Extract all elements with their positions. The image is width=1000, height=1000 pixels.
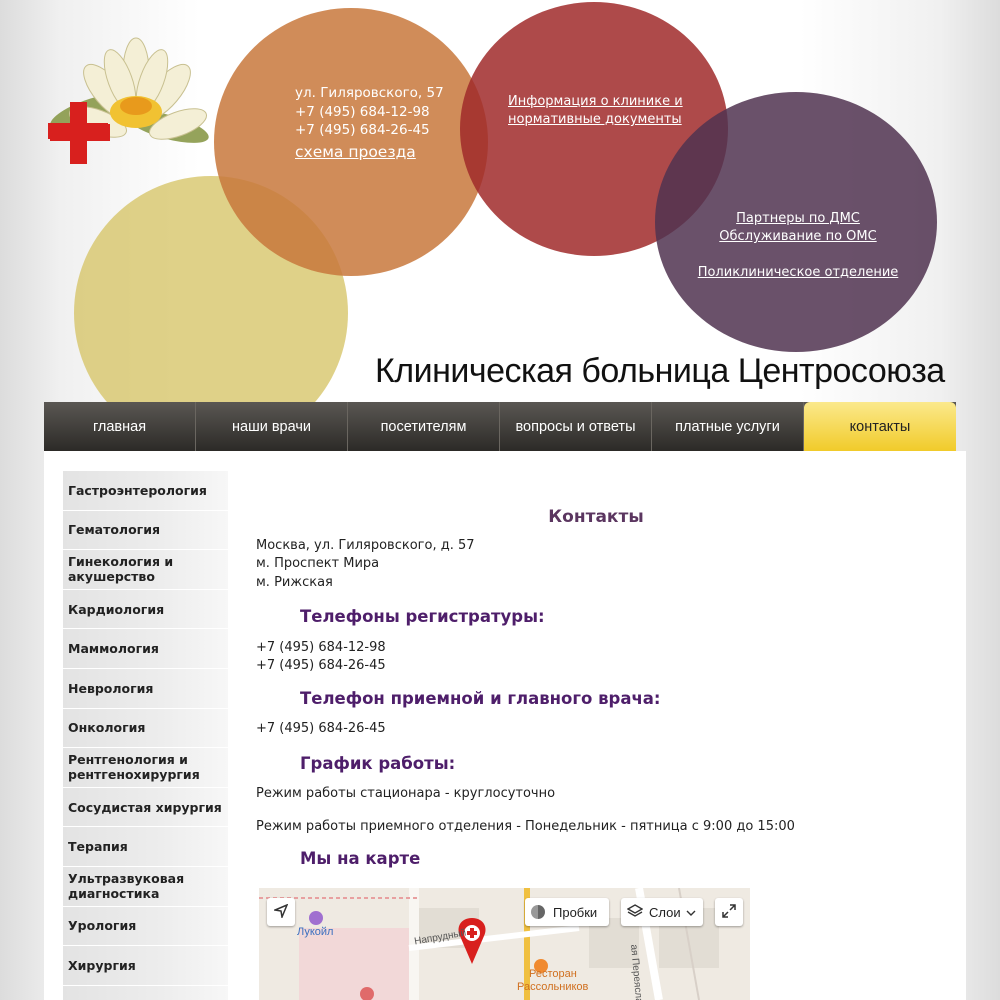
- sidebar-item-gastroenterology[interactable]: Гастроэнтерология: [63, 471, 228, 511]
- scheme-link[interactable]: схема проезда: [295, 143, 444, 162]
- sidebar-item-vascular-surgery[interactable]: Сосудистая хирургия: [63, 787, 228, 828]
- traffic-icon: [531, 905, 545, 919]
- sidebar-item-hematology[interactable]: Гематология: [63, 510, 228, 551]
- main-nav: главная наши врачи посетителям вопросы и…: [44, 402, 956, 451]
- sidebar-item-surgery[interactable]: Хирургия: [63, 946, 228, 986]
- location-arrow-icon: [272, 903, 289, 921]
- sidebar-item-therapy[interactable]: Терапия: [63, 827, 228, 867]
- logo-lotus-cross-icon[interactable]: [48, 32, 214, 172]
- sidebar-item-radiology[interactable]: Рентгенология и рентгенохирургия: [63, 748, 228, 788]
- oms-service-link[interactable]: Обслуживание по ОМС: [690, 228, 906, 246]
- chevron-down-icon: [686, 905, 696, 920]
- sidebar-item-maxillofacial[interactable]: Челюстно-лицевая: [63, 985, 228, 1000]
- clinic-info-link-line2: нормативные документы: [508, 112, 682, 127]
- reg-phone-1: +7 (495) 684-12-98: [256, 639, 386, 655]
- reg-phones-heading: Телефоны регистратуры:: [300, 607, 545, 626]
- sidebar-item-gynecology[interactable]: Гинекология и акушерство: [63, 550, 228, 590]
- header-phone-1: +7 (495) 684-12-98: [295, 103, 430, 120]
- sidebar-item-urology[interactable]: Урология: [63, 906, 228, 947]
- main-content: Контакты Москва, ул. Гиляровского, д. 57…: [256, 508, 956, 869]
- nav-item-visitors[interactable]: посетителям: [348, 402, 500, 451]
- map-label-lukoil: Лукойл: [297, 926, 334, 938]
- nav-item-paid-services[interactable]: платные услуги: [652, 402, 804, 451]
- header: ул. Гиляровского, 57 +7 (495) 684-12-98 …: [0, 0, 1000, 450]
- header-contacts: ул. Гиляровского, 57 +7 (495) 684-12-98 …: [295, 84, 444, 161]
- polyclinic-link[interactable]: Поликлиническое отделение: [690, 264, 906, 282]
- insurance-links: Партнеры по ДМС Обслуживание по ОМС Поли…: [690, 210, 906, 282]
- address-line-2: м. Проспект Мира: [256, 556, 380, 571]
- sidebar-item-neurology[interactable]: Неврология: [63, 668, 228, 709]
- site-title: Клиническая больница Центросоюза: [375, 352, 945, 390]
- chief-phone: +7 (495) 684-26-45: [256, 721, 386, 736]
- schedule-heading: График работы:: [300, 753, 456, 773]
- nav-item-home[interactable]: главная: [44, 402, 196, 451]
- chief-phone-heading: Телефон приемной и главного врача:: [300, 688, 661, 708]
- expand-icon: [722, 903, 736, 921]
- page-title: Контакты: [548, 507, 644, 527]
- map-widget[interactable]: Лукойл Напрудный ая Переяславская Рестор…: [259, 888, 750, 1000]
- map-locate-button[interactable]: [267, 898, 295, 926]
- layers-icon: [626, 903, 644, 921]
- sidebar-item-cardiology[interactable]: Кардиология: [63, 589, 228, 630]
- nav-item-doctors[interactable]: наши врачи: [196, 402, 348, 451]
- sidebar-item-mammology[interactable]: Маммология: [63, 629, 228, 669]
- header-address: ул. Гиляровского, 57: [295, 85, 444, 101]
- sidebar-departments: Гастроэнтерология Гематология Гинекологи…: [63, 471, 228, 1000]
- clinic-info-link-line1: Информация о клинике и: [508, 94, 683, 109]
- map-label-restaurant-name: Рассольников: [517, 981, 589, 993]
- nav-item-faq[interactable]: вопросы и ответы: [500, 402, 652, 451]
- map-heading: Мы на карте: [300, 849, 421, 868]
- sidebar-item-ultrasound[interactable]: Ультразвуковая диагностика: [63, 866, 228, 907]
- nav-item-contacts[interactable]: контакты: [804, 402, 956, 451]
- header-phone-2: +7 (495) 684-26-45: [295, 122, 430, 138]
- sidebar-item-oncology[interactable]: Онкология: [63, 708, 228, 749]
- map-traffic-label: Пробки: [553, 904, 598, 920]
- map-traffic-button[interactable]: Пробки: [525, 898, 609, 926]
- address-line-1: Москва, ул. Гиляровского, д. 57: [256, 537, 475, 553]
- address-line-3: м. Рижская: [256, 574, 333, 590]
- schedule-hospital: Режим работы стационара - круглосуточно: [256, 786, 556, 801]
- map-layers-button[interactable]: Слои: [621, 898, 703, 926]
- map-label-restaurant: Ресторан: [529, 968, 577, 980]
- schedule-reception: Режим работы приемного отделения - Понед…: [256, 818, 795, 834]
- map-fullscreen-button[interactable]: [715, 898, 743, 926]
- partners-dms-link[interactable]: Партнеры по ДМС: [690, 210, 906, 228]
- reg-phone-2: +7 (495) 684-26-45: [256, 658, 386, 673]
- clinic-info-link[interactable]: Информация о клинике и нормативные докум…: [508, 93, 683, 129]
- map-layers-label: Слои: [649, 904, 681, 920]
